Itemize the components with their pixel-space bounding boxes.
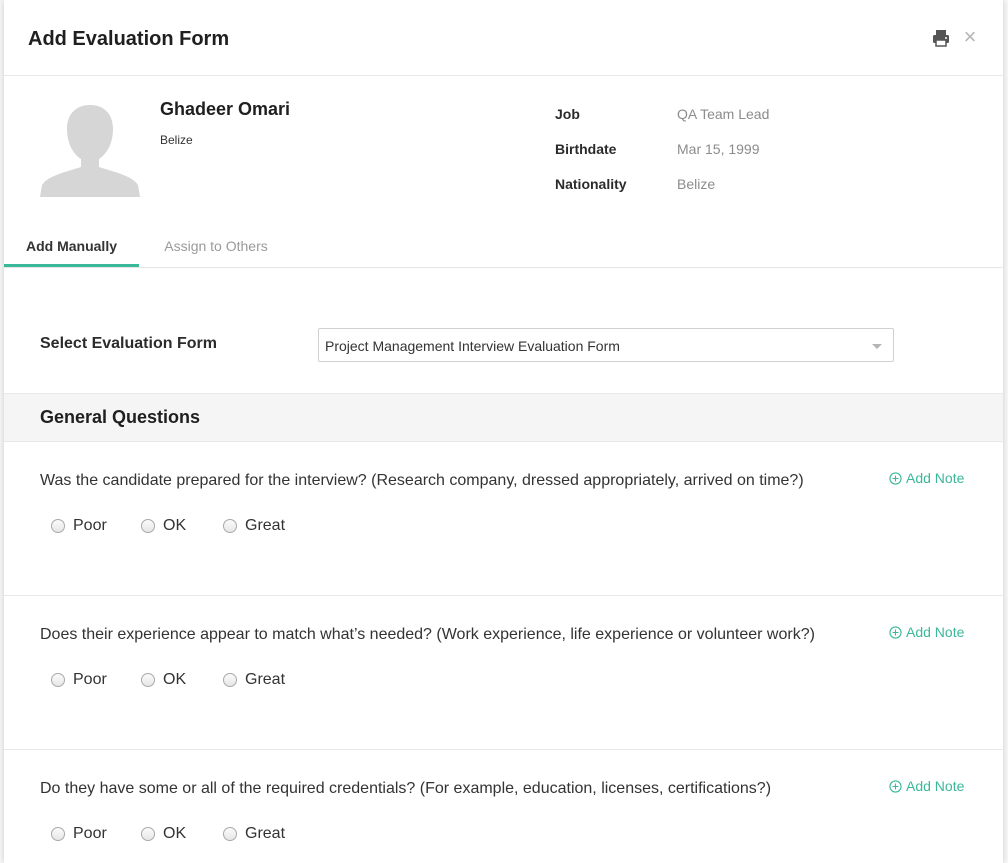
radio-label: OK [163,825,187,842]
candidate-country: Belize [160,133,193,147]
candidate-name: Ghadeer Omari [160,99,291,119]
add-note-label: Add Note [906,624,965,640]
radio-label: OK [163,671,187,688]
select-value: Project Management Interview Evaluation … [325,338,620,354]
question-text: Does their experience appear to match wh… [40,626,815,643]
info-label: Birthdate [555,141,617,157]
radio-circle[interactable] [141,673,155,687]
info-value: QA Team Lead [677,106,770,122]
close-icon[interactable]: × [961,26,979,48]
add-note-button[interactable]: Add Note [889,778,964,796]
radio-label: Poor [73,825,107,842]
radio-circle[interactable] [51,519,65,533]
add-note-label: Add Note [906,778,965,794]
add-note-button[interactable]: Add Note [889,624,964,642]
radio-circle[interactable] [141,827,155,841]
tab-bar: Add Manually Assign to Others [4,228,1003,268]
radio-label: Poor [73,671,107,688]
tab-add-manually[interactable]: Add Manually [4,228,139,267]
radio-label: OK [163,517,187,534]
add-note-button[interactable]: Add Note [889,470,964,488]
section-title: General Questions [40,407,201,427]
avatar [40,101,140,197]
evaluation-modal: Add Evaluation Form × Ghadeer Omari Beli… [4,0,1003,863]
radio-label: Great [245,517,286,534]
caret-down-icon [872,344,882,349]
radio-circle[interactable] [223,827,237,841]
radio-circle[interactable] [51,827,65,841]
info-value: Mar 15, 1999 [677,141,760,157]
radio-circle[interactable] [223,673,237,687]
question-item: Was the candidate prepared for the inter… [4,442,1003,596]
info-value: Belize [677,176,716,192]
radio-label: Great [245,671,286,688]
evaluation-form-select[interactable]: Project Management Interview Evaluation … [318,328,894,362]
radio-label: Poor [73,517,107,534]
info-label: Job [555,106,580,122]
radio-label: Great [245,825,286,842]
modal-header: Add Evaluation Form × [4,0,1003,76]
plus-circle-icon [889,626,902,639]
tab-assign-to-others[interactable]: Assign to Others [156,228,276,267]
question-text: Was the candidate prepared for the inter… [40,472,804,489]
radio-circle[interactable] [223,519,237,533]
modal-title: Add Evaluation Form [28,28,230,50]
radio-circle[interactable] [51,673,65,687]
radio-circle[interactable] [141,519,155,533]
select-form-label: Select Evaluation Form [40,335,217,352]
plus-circle-icon [889,472,902,485]
question-text: Do they have some or all of the required… [40,780,772,797]
print-icon[interactable] [932,29,950,47]
add-note-label: Add Note [906,470,965,486]
section-header: General Questions [4,393,1003,442]
question-item: Do they have some or all of the required… [4,750,1003,863]
question-item: Does their experience appear to match wh… [4,596,1003,750]
plus-circle-icon [889,780,902,793]
info-label: Nationality [555,176,627,192]
